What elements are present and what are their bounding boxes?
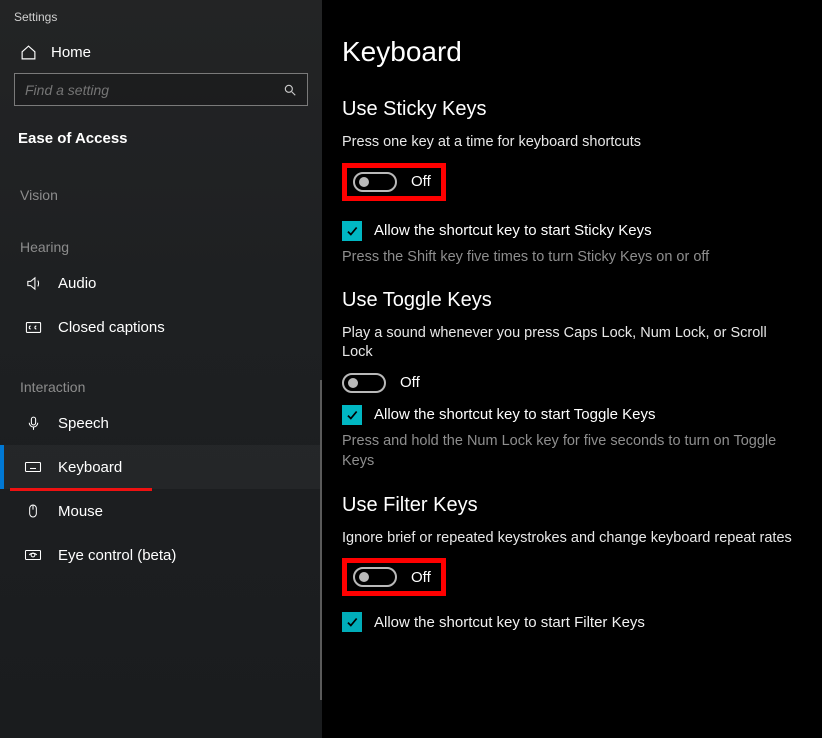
nav-mouse-label: Mouse	[58, 503, 103, 520]
closed-captions-icon	[24, 318, 42, 336]
nav-speech-label: Speech	[58, 415, 109, 432]
nav-mouse[interactable]: Mouse	[0, 489, 322, 533]
group-vision: Vision	[0, 157, 322, 209]
annotation-highlight-filter: Off	[342, 558, 446, 596]
filter-keys-shortcut-label: Allow the shortcut key to start Filter K…	[374, 614, 645, 631]
search-input[interactable]	[14, 73, 308, 106]
keyboard-icon	[24, 458, 42, 476]
content-pane: Keyboard Use Sticky Keys Press one key a…	[324, 0, 822, 738]
sidebar: Settings Home Ease of Access Vision Hear…	[0, 0, 324, 738]
filter-keys-toggle[interactable]	[353, 567, 397, 587]
sticky-keys-toggle-label: Off	[411, 173, 431, 190]
nav-eye-control-label: Eye control (beta)	[58, 547, 176, 564]
sticky-keys-hint: Press the Shift key five times to turn S…	[342, 247, 796, 267]
section-filter-keys-title: Use Filter Keys	[342, 494, 796, 517]
toggle-keys-hint: Press and hold the Num Lock key for five…	[342, 431, 796, 472]
toggle-keys-shortcut-label: Allow the shortcut key to start Toggle K…	[374, 406, 656, 423]
mouse-icon	[24, 502, 42, 520]
annotation-highlight-sticky: Off	[342, 163, 446, 201]
sticky-keys-desc: Press one key at a time for keyboard sho…	[342, 133, 796, 153]
nav-audio[interactable]: Audio	[0, 261, 322, 305]
section-sticky-keys-title: Use Sticky Keys	[342, 98, 796, 121]
nav-closed-captions-label: Closed captions	[58, 319, 165, 336]
eye-control-icon	[24, 546, 42, 564]
search-field[interactable]	[25, 82, 265, 98]
sticky-keys-shortcut-checkbox[interactable]	[342, 221, 362, 241]
group-interaction: Interaction	[0, 349, 322, 401]
home-label: Home	[51, 44, 91, 61]
nav-audio-label: Audio	[58, 275, 96, 292]
toggle-keys-desc: Play a sound whenever you press Caps Loc…	[342, 324, 796, 363]
home-icon	[20, 44, 37, 61]
sticky-keys-shortcut-label: Allow the shortcut key to start Sticky K…	[374, 222, 652, 239]
section-toggle-keys-title: Use Toggle Keys	[342, 289, 796, 312]
titlebar: Settings	[0, 0, 322, 30]
speech-icon	[24, 414, 42, 432]
group-ease-of-access: Ease of Access	[0, 116, 322, 157]
group-hearing: Hearing	[0, 209, 322, 261]
toggle-keys-toggle[interactable]	[342, 373, 386, 393]
toggle-keys-shortcut-checkbox[interactable]	[342, 405, 362, 425]
nav-keyboard-label: Keyboard	[58, 459, 122, 476]
filter-keys-toggle-label: Off	[411, 569, 431, 586]
page-title: Keyboard	[342, 36, 796, 68]
nav-eye-control[interactable]: Eye control (beta)	[0, 533, 322, 577]
search-icon	[283, 83, 297, 97]
nav-keyboard[interactable]: Keyboard	[0, 445, 322, 489]
sticky-keys-toggle[interactable]	[353, 172, 397, 192]
nav-speech[interactable]: Speech	[0, 401, 322, 445]
nav-closed-captions[interactable]: Closed captions	[0, 305, 322, 349]
filter-keys-shortcut-checkbox[interactable]	[342, 612, 362, 632]
audio-icon	[24, 274, 42, 292]
filter-keys-desc: Ignore brief or repeated keystrokes and …	[342, 529, 796, 549]
toggle-keys-toggle-label: Off	[400, 374, 420, 391]
annotation-underline	[10, 488, 152, 491]
nav-home[interactable]: Home	[0, 30, 322, 73]
